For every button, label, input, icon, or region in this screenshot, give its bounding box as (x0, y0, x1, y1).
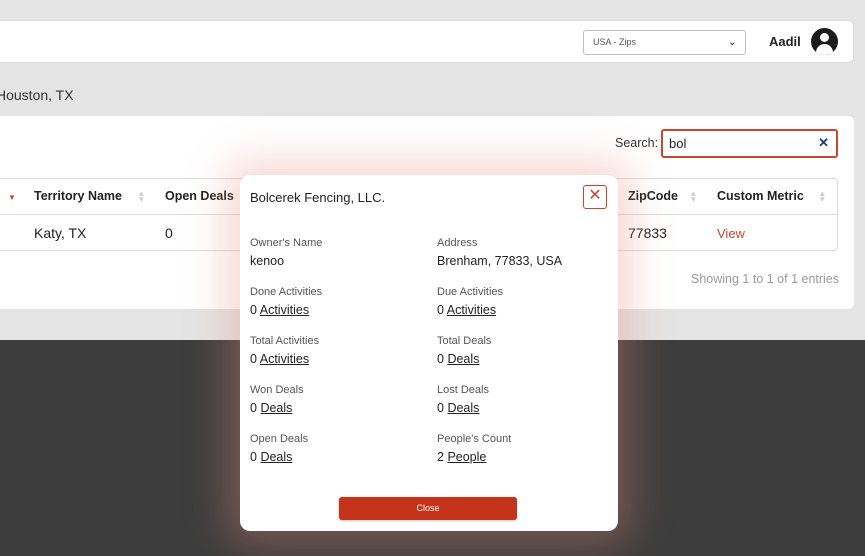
th-custom-metric[interactable]: Custom Metric (717, 189, 804, 203)
region-select[interactable]: USA - Zips ⌄ (583, 30, 746, 55)
sort-icon[interactable]: ▴ ▾ (139, 189, 144, 204)
done-activities-value: 0 Activities (250, 303, 309, 317)
lost-deals-label: Lost Deals (437, 384, 489, 396)
peoples-count-label: People's Count (437, 433, 512, 445)
search-label: Search: (615, 136, 659, 150)
close-button[interactable]: Close (339, 497, 517, 520)
due-activities-count: 0 (437, 303, 444, 317)
total-deals-label: Total Deals (437, 335, 492, 347)
total-activities-value: 0 Activities (250, 352, 309, 366)
sort-desc-icon[interactable]: ▼ (8, 193, 16, 202)
total-activities-link[interactable]: Activities (260, 352, 309, 366)
lost-deals-value: 0 Deals (437, 401, 479, 415)
owner-name-value: kenoo (250, 254, 285, 268)
due-activities-label: Due Activities (437, 286, 504, 298)
won-deals-value: 0 Deals (250, 401, 292, 415)
lost-deals-count: 0 (437, 401, 444, 415)
th-zipcode[interactable]: ZipCode (628, 189, 678, 203)
modal-title: Bolcerek Fencing, LLC. (250, 190, 386, 205)
user-name[interactable]: Aadil (769, 34, 801, 49)
owner-name-label: Owner's Name (250, 237, 323, 249)
open-deals-value: 0 Deals (250, 450, 292, 464)
done-activities-count: 0 (250, 303, 257, 317)
cell-zipcode: 77833 (628, 225, 667, 241)
open-deals-label: Open Deals (250, 433, 309, 445)
view-link[interactable]: View (717, 226, 745, 241)
done-activities-label: Done Activities (250, 286, 323, 298)
avatar-body (816, 44, 833, 55)
avatar-head (820, 33, 829, 42)
total-deals-value: 0 Deals (437, 352, 479, 366)
won-deals-label: Won Deals (250, 384, 304, 396)
cell-open-deals: 0 (165, 225, 173, 241)
people-link[interactable]: People (447, 450, 486, 464)
avatar[interactable] (811, 28, 838, 55)
sort-icon[interactable]: ▴ ▾ (820, 189, 825, 204)
total-deals-link[interactable]: Deals (447, 352, 479, 366)
lost-deals-link[interactable]: Deals (447, 401, 479, 415)
cell-territory: Katy, TX (34, 225, 87, 241)
open-deals-count: 0 (250, 450, 257, 464)
close-icon[interactable]: ✕ (583, 185, 607, 209)
search-input[interactable]: bol ✕ (661, 129, 838, 158)
total-deals-count: 0 (437, 352, 444, 366)
due-activities-link[interactable]: Activities (447, 303, 496, 317)
address-label: Address (437, 237, 478, 249)
total-activities-count: 0 (250, 352, 257, 366)
th-open-deals[interactable]: Open Deals (165, 189, 234, 203)
peoples-count-number: 2 (437, 450, 444, 464)
open-deals-link[interactable]: Deals (260, 450, 292, 464)
region-select-value: USA - Zips (593, 37, 637, 47)
chevron-down-icon: ⌄ (727, 36, 737, 48)
done-activities-link[interactable]: Activities (260, 303, 309, 317)
search-input-value: bol (669, 136, 687, 151)
clear-search-icon[interactable]: ✕ (818, 135, 829, 151)
won-deals-count: 0 (250, 401, 257, 415)
won-deals-link[interactable]: Deals (260, 401, 292, 415)
breadcrumb: Houston, TX (0, 87, 74, 103)
th-territory-name[interactable]: Territory Name (34, 189, 122, 203)
address-value: Brenham, 77833, USA (437, 254, 563, 268)
entries-info: Showing 1 to 1 of 1 entries (691, 272, 840, 286)
due-activities-value: 0 Activities (437, 303, 496, 317)
total-activities-label: Total Activities (250, 335, 320, 347)
sort-icon[interactable]: ▴ ▾ (691, 189, 696, 204)
peoples-count-value: 2 People (437, 450, 486, 464)
